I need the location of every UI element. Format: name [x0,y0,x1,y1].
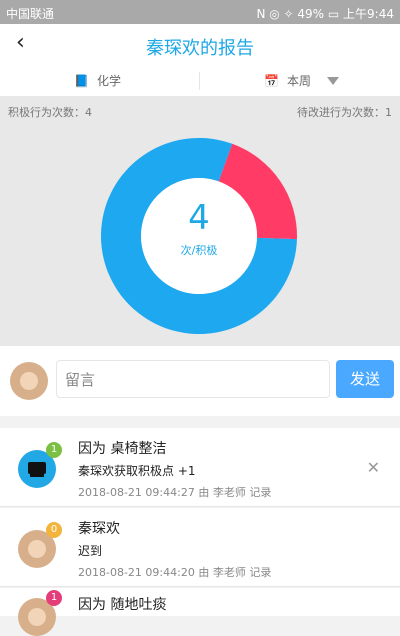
calendar-icon: 📅 [264,73,279,88]
record-meta: 2018-08-21 09:44:20 由 李老师 记录 [78,566,272,579]
record-badge: 1 [46,442,62,458]
record-title: 秦琛欢 [78,521,120,537]
message-bar: 留言 发送 [0,346,400,416]
record-badge: 1 [46,590,62,606]
period-label: 本周 [286,74,311,88]
filter-bar: 📘 化学 📅 本周 [0,64,400,96]
close-icon[interactable]: ✕ [367,458,380,477]
center-label: 次/积极 [180,244,218,257]
status-icons: N ◎ ✧ 49% ▭ 上午9:44 [256,7,394,21]
record-meta: 2018-08-21 09:44:27 由 李老师 记录 [78,486,272,499]
filter-divider [199,72,200,90]
positive-count: 积极行为次数：4 [8,106,92,119]
record-title: 因为 随地吐痰 [78,597,167,613]
record-item[interactable]: 1 因为 桌椅整洁 秦琛欢获取积极点 +1 2018-08-21 09:44:2… [0,428,400,506]
record-desc: 秦琛欢获取积极点 +1 [78,464,196,478]
record-item[interactable]: 0 秦琛欢 迟到 2018-08-21 09:44:20 由 李老师 记录 [0,508,400,586]
record-desc: 迟到 [78,544,103,558]
carrier-label: 中国联通 [6,7,55,21]
user-avatar [10,362,48,400]
record-item[interactable]: 1 因为 随地吐痰 [0,588,400,636]
app-header: ‹ 秦琛欢的报告 [0,24,400,64]
list-divider [0,506,400,507]
message-input[interactable]: 留言 [56,360,330,398]
book-icon: 📘 [74,73,89,88]
send-button[interactable]: 发送 [336,360,394,398]
pending-count: 待改进行为次数：1 [297,106,392,119]
subject-filter[interactable]: 📘 化学 [74,72,121,89]
list-divider [0,586,400,587]
chart-center: 4 次/积极 [141,178,257,294]
behavior-chart: 积极行为次数：4 待改进行为次数：1 4 次/积极 [0,96,400,346]
page-title: 秦琛欢的报告 [146,38,254,59]
record-badge: 0 [46,522,62,538]
subject-label: 化学 [96,74,121,88]
behavior-stats: 积极行为次数：4 待改进行为次数：1 [8,104,392,120]
record-list: 1 因为 桌椅整洁 秦琛欢获取积极点 +1 2018-08-21 09:44:2… [0,416,400,636]
record-title: 因为 桌椅整洁 [78,441,167,457]
center-value: 4 [188,198,210,238]
status-bar: 中国联通 N ◎ ✧ 49% ▭ 上午9:44 [0,0,400,24]
period-filter[interactable]: 📅 本周 [264,72,339,89]
chevron-down-icon [326,76,339,85]
